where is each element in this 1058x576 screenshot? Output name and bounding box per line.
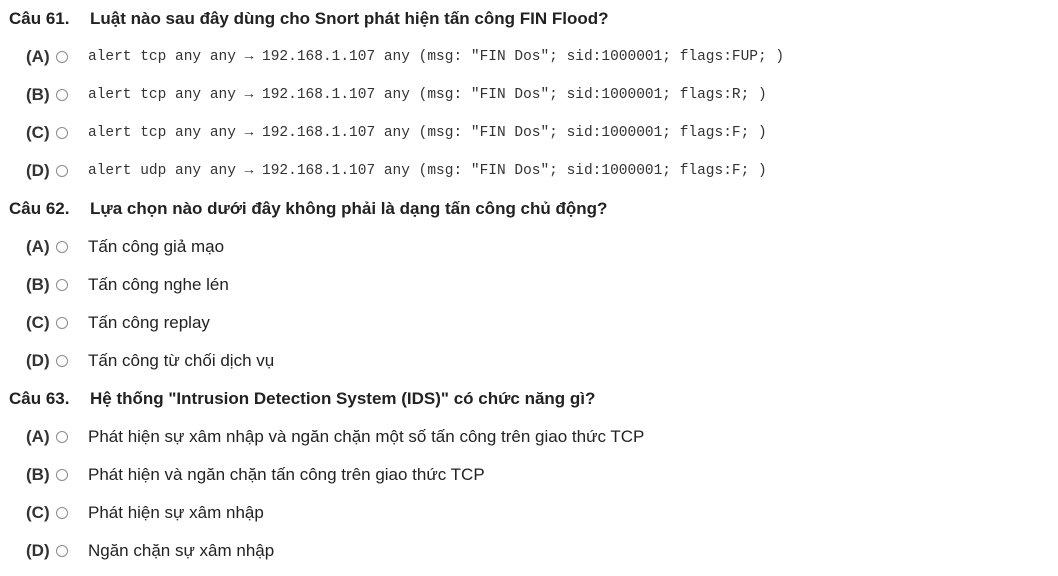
option-letter: (A) <box>26 237 50 256</box>
option-text: Ngăn chặn sự xâm nhập <box>88 541 275 560</box>
option-letter: (B) <box>26 465 50 484</box>
question-number: Câu 61. <box>9 9 70 28</box>
option-letter: (A) <box>26 427 50 446</box>
option-text: alert udp any any → 192.168.1.107 any (m… <box>88 163 767 179</box>
radio-button-icon[interactable] <box>56 317 68 329</box>
option-62-c[interactable]: (C) Tấn công replay <box>0 304 1058 342</box>
option-62-a[interactable]: (A) Tấn công giả mạo <box>0 228 1058 266</box>
question-header: Câu 63. Hệ thống "Intrusion Detection Sy… <box>0 380 1058 418</box>
option-63-d[interactable]: (D) Ngăn chặn sự xâm nhập <box>0 532 1058 570</box>
option-text: Tấn công nghe lén <box>88 275 229 294</box>
radio-button-icon[interactable] <box>56 89 68 101</box>
radio-button-icon[interactable] <box>56 545 68 557</box>
radio-button-icon[interactable] <box>56 51 68 63</box>
option-letter: (C) <box>26 123 50 142</box>
question-header: Câu 62. Lựa chọn nào dưới đây không phải… <box>0 190 1058 228</box>
radio-button-icon[interactable] <box>56 165 68 177</box>
option-letter: (B) <box>26 275 50 294</box>
option-61-a[interactable]: (A) alert tcp any any → 192.168.1.107 an… <box>0 38 1058 76</box>
option-text: Tấn công từ chối dịch vụ <box>88 351 275 370</box>
option-63-c[interactable]: (C) Phát hiện sự xâm nhập <box>0 494 1058 532</box>
radio-button-icon[interactable] <box>56 355 68 367</box>
question-number: Câu 62. <box>9 199 70 218</box>
option-61-b[interactable]: (B) alert tcp any any → 192.168.1.107 an… <box>0 76 1058 114</box>
radio-button-icon[interactable] <box>56 127 68 139</box>
option-62-d[interactable]: (D) Tấn công từ chối dịch vụ <box>0 342 1058 380</box>
option-62-b[interactable]: (B) Tấn công nghe lén <box>0 266 1058 304</box>
option-letter: (D) <box>26 541 50 560</box>
question-62: Câu 62. Lựa chọn nào dưới đây không phải… <box>0 190 1058 380</box>
option-text: Phát hiện và ngăn chặn tấn công trên gia… <box>88 465 485 484</box>
radio-button-icon[interactable] <box>56 507 68 519</box>
option-text: Tấn công giả mạo <box>88 237 225 256</box>
question-text: Luật nào sau đây dùng cho Snort phát hiệ… <box>90 9 609 28</box>
option-letter: (B) <box>26 85 50 104</box>
option-text: alert tcp any any → 192.168.1.107 any (m… <box>88 125 767 141</box>
option-text: Phát hiện sự xâm nhập và ngăn chặn một s… <box>88 427 645 446</box>
radio-button-icon[interactable] <box>56 431 68 443</box>
question-63: Câu 63. Hệ thống "Intrusion Detection Sy… <box>0 380 1058 570</box>
option-letter: (D) <box>26 351 50 370</box>
option-text: alert tcp any any → 192.168.1.107 any (m… <box>88 87 767 103</box>
question-header: Câu 61. Luật nào sau đây dùng cho Snort … <box>0 0 1058 38</box>
question-61: Câu 61. Luật nào sau đây dùng cho Snort … <box>0 0 1058 190</box>
option-letter: (A) <box>26 47 50 66</box>
option-letter: (C) <box>26 503 50 522</box>
question-number: Câu 63. <box>9 389 70 408</box>
option-text: alert tcp any any → 192.168.1.107 any (m… <box>88 49 785 65</box>
quiz-container: Câu 61. Luật nào sau đây dùng cho Snort … <box>0 0 1058 570</box>
question-text: Lựa chọn nào dưới đây không phải là dạng… <box>90 199 608 218</box>
option-letter: (C) <box>26 313 50 332</box>
option-text: Phát hiện sự xâm nhập <box>88 503 264 522</box>
radio-button-icon[interactable] <box>56 469 68 481</box>
option-63-b[interactable]: (B) Phát hiện và ngăn chặn tấn công trên… <box>0 456 1058 494</box>
option-61-d[interactable]: (D) alert udp any any → 192.168.1.107 an… <box>0 152 1058 190</box>
radio-button-icon[interactable] <box>56 279 68 291</box>
option-text: Tấn công replay <box>88 313 210 332</box>
radio-button-icon[interactable] <box>56 241 68 253</box>
option-letter: (D) <box>26 161 50 180</box>
option-61-c[interactable]: (C) alert tcp any any → 192.168.1.107 an… <box>0 114 1058 152</box>
option-63-a[interactable]: (A) Phát hiện sự xâm nhập và ngăn chặn m… <box>0 418 1058 456</box>
question-text: Hệ thống "Intrusion Detection System (ID… <box>90 389 596 408</box>
